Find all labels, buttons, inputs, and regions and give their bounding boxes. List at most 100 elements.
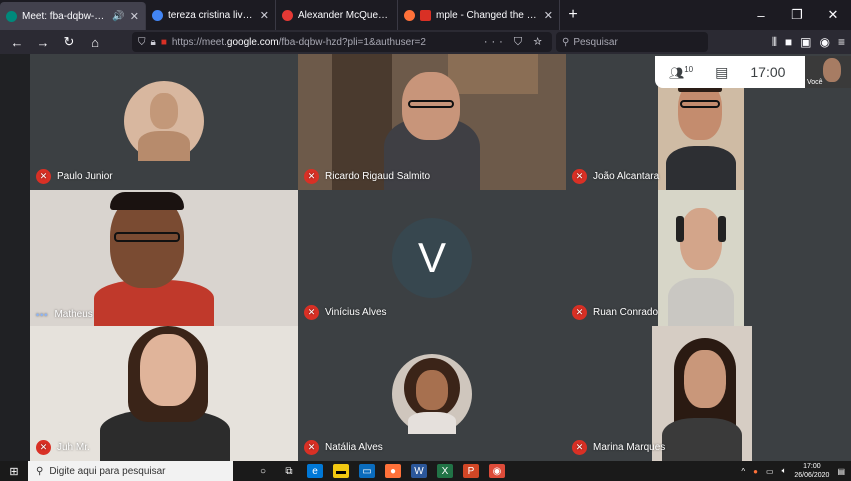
account-icon[interactable]: ◉ bbox=[820, 35, 830, 50]
chevron-up-icon[interactable]: ^ bbox=[741, 467, 745, 476]
tab-google-search[interactable]: tereza cristina live - Pesquisa G... ✕ bbox=[146, 0, 276, 30]
chat-icon[interactable]: ▤ bbox=[715, 64, 728, 81]
speaking-indicator-icon: ••• bbox=[36, 309, 49, 320]
mic-off-icon: ✕ bbox=[36, 169, 51, 184]
shield-icon: ⛉ bbox=[138, 36, 146, 48]
meet-top-controls: 👥︎10 ▤ 17:00 bbox=[655, 56, 805, 88]
tab-mcqueen[interactable]: Alexander McQueen explicou... bbox=[276, 0, 398, 30]
participant-video bbox=[652, 326, 752, 461]
mic-off-icon: ✕ bbox=[304, 440, 319, 455]
browser-tab-bar: Meet: fba-dqbw-hzd 🔊 ✕ tereza cristina l… bbox=[0, 0, 851, 30]
meet-video-grid: ✕ Paulo Junior ✕ Ricardo Rigaud Salmito … bbox=[0, 54, 851, 461]
library-icon[interactable]: ⫴ bbox=[772, 35, 777, 50]
taskbar-clock[interactable]: 17:00 26/06/2020 bbox=[794, 462, 829, 480]
article-favicon-icon bbox=[282, 9, 293, 21]
search-bar[interactable]: ⚲ Pesquisar bbox=[556, 32, 708, 52]
windows-start-icon[interactable]: ⊞ bbox=[0, 461, 28, 481]
meeting-clock: 17:00 bbox=[750, 64, 786, 80]
search-icon: ⚲ bbox=[562, 36, 570, 48]
back-icon[interactable]: ← bbox=[6, 32, 28, 52]
taskbar-search-input[interactable]: ⚲ Digite aqui para pesquisar bbox=[28, 461, 233, 481]
participants-button[interactable]: 👥︎10 bbox=[669, 65, 693, 80]
home-icon[interactable]: ⌂ bbox=[84, 32, 106, 52]
participant-tile[interactable]: ✕ Marina Marques bbox=[566, 326, 851, 461]
firefox-icon[interactable]: ● bbox=[385, 464, 401, 478]
minimize-icon[interactable]: – bbox=[743, 0, 779, 30]
google-favicon-icon bbox=[152, 9, 163, 21]
participant-video bbox=[658, 190, 744, 326]
participant-name: ✕ Ricardo Rigaud Salmito bbox=[304, 169, 430, 184]
participant-name: ✕ Paulo Junior bbox=[36, 169, 113, 184]
mic-off-icon: ✕ bbox=[36, 440, 51, 455]
cortana-icon[interactable]: ○ bbox=[255, 464, 271, 478]
search-icon: ⚲ bbox=[36, 465, 44, 477]
participant-name: ••• Matheus bbox=[36, 309, 93, 320]
notifications-icon[interactable]: ▤ bbox=[837, 467, 845, 476]
participant-name: ✕ Marina Marques bbox=[572, 440, 665, 455]
toolbar-icons: ⫴ ■ ▣ ◉ ≡ bbox=[772, 35, 845, 50]
menu-icon[interactable]: ≡ bbox=[838, 35, 845, 50]
reader-icon[interactable]: ▣ bbox=[800, 35, 811, 50]
mic-off-icon: ✕ bbox=[572, 169, 587, 184]
participant-name: ✕ Vinícius Alves bbox=[304, 305, 387, 320]
address-bar[interactable]: ⛉ 🔒︎ ■ https://meet.google.com/fba-dqbw-… bbox=[132, 32, 552, 52]
volume-icon[interactable]: 🔈︎ bbox=[782, 466, 787, 476]
powerpoint-icon[interactable]: P bbox=[463, 464, 479, 478]
navigation-bar: ← → ↻ ⌂ ⛉ 🔒︎ ■ https://meet.google.com/f… bbox=[0, 30, 851, 54]
firefox-favicon-icon bbox=[404, 9, 415, 21]
person-head bbox=[140, 334, 196, 406]
network-icon[interactable]: ▭ bbox=[766, 467, 774, 476]
meet-favicon-icon bbox=[6, 10, 17, 22]
windows-taskbar: ⊞ ⚲ Digite aqui para pesquisar ○ ⧉ e ▬ ▭… bbox=[0, 461, 851, 481]
lock-icon: 🔒︎ bbox=[150, 36, 156, 48]
file-explorer-icon[interactable]: ▬ bbox=[333, 464, 349, 478]
participant-name: ✕ Natália Alves bbox=[304, 440, 383, 455]
taskbar-apps: ○ ⧉ e ▬ ▭ ● W X P ◉ bbox=[255, 464, 505, 478]
store-icon[interactable]: ▭ bbox=[359, 464, 375, 478]
maximize-icon[interactable]: ❐ bbox=[779, 0, 815, 30]
participant-tile[interactable]: ✕ Ricardo Rigaud Salmito bbox=[298, 54, 566, 190]
forward-icon[interactable]: → bbox=[32, 32, 54, 52]
close-tab-icon[interactable]: ✕ bbox=[544, 9, 553, 22]
camera-sharing-icon bbox=[420, 9, 431, 21]
close-window-icon[interactable]: ✕ bbox=[815, 0, 851, 30]
participant-tile[interactable]: ✕ Paulo Junior bbox=[30, 54, 298, 190]
participant-name: ✕ Juh Mr. bbox=[36, 440, 90, 455]
edge-icon[interactable]: e bbox=[307, 464, 323, 478]
participant-name: ✕ João Alcantara bbox=[572, 169, 659, 184]
glasses bbox=[408, 100, 454, 108]
excel-icon[interactable]: X bbox=[437, 464, 453, 478]
url-text: https://meet.google.com/fba-dqbw-hzd?pli… bbox=[171, 36, 426, 48]
tab-example[interactable]: mple - Changed the way yo... ✕ bbox=[398, 0, 560, 30]
participant-name: ✕ Ruan Conrado bbox=[572, 305, 658, 320]
reload-icon[interactable]: ↻ bbox=[58, 32, 80, 52]
close-tab-icon[interactable]: ✕ bbox=[260, 9, 269, 22]
extension-icon[interactable]: ■ bbox=[785, 35, 792, 50]
app-tray-icon[interactable]: ● bbox=[753, 467, 758, 476]
tab-meet[interactable]: Meet: fba-dqbw-hzd 🔊 ✕ bbox=[0, 2, 146, 30]
word-icon[interactable]: W bbox=[411, 464, 427, 478]
new-tab-button[interactable]: + bbox=[560, 0, 586, 30]
camera-permission-icon[interactable]: ■ bbox=[161, 37, 167, 48]
participant-video bbox=[658, 76, 744, 190]
mic-off-icon: ✕ bbox=[304, 305, 319, 320]
mic-off-icon: ✕ bbox=[304, 169, 319, 184]
participant-tile[interactable]: ✕ Juh Mr. bbox=[30, 326, 298, 461]
task-view-icon[interactable]: ⧉ bbox=[281, 464, 297, 478]
avatar: V bbox=[392, 218, 472, 298]
chrome-icon[interactable]: ◉ bbox=[489, 464, 505, 478]
self-view-thumbnail[interactable]: Você bbox=[805, 56, 851, 88]
glasses bbox=[114, 232, 180, 242]
participant-tile[interactable]: V ✕ Vinícius Alves bbox=[298, 190, 566, 326]
mic-off-icon: ✕ bbox=[572, 305, 587, 320]
system-tray: ^ ● ▭ 🔈︎ 17:00 26/06/2020 ▤ bbox=[741, 462, 851, 480]
speaker-icon[interactable]: 🔊 bbox=[112, 11, 124, 22]
window-controls: – ❐ ✕ bbox=[743, 0, 851, 30]
page-actions-icon[interactable]: ··· ⛉ ☆ bbox=[484, 36, 546, 49]
avatar bbox=[124, 81, 204, 161]
close-tab-icon[interactable]: ✕ bbox=[130, 10, 139, 23]
participant-tile[interactable]: ✕ Natália Alves bbox=[298, 326, 566, 461]
avatar bbox=[392, 354, 472, 434]
participant-tile[interactable]: ••• Matheus bbox=[30, 190, 298, 326]
participant-tile[interactable]: ✕ Ruan Conrado bbox=[566, 190, 851, 326]
